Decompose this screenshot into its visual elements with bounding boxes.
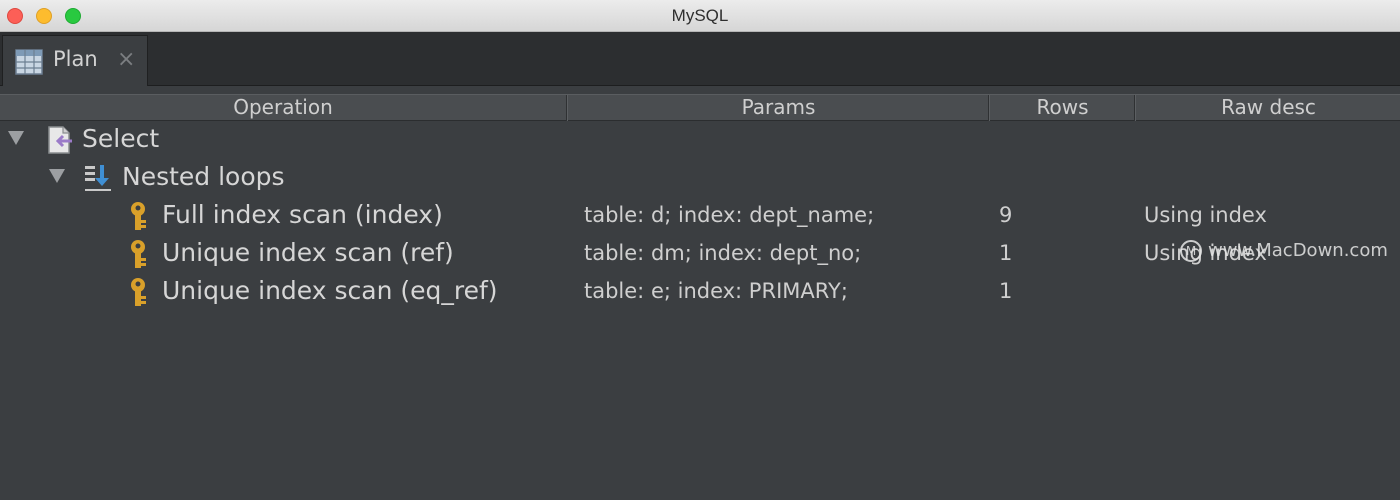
tab-strip: Plan × [0,32,1400,86]
key-icon [131,202,146,230]
column-header-rows[interactable]: Rows [991,95,1134,121]
column-header-raw-desc[interactable]: Raw desc [1137,95,1400,121]
app-window: MySQL Plan × Operation Params Rows Raw d… [0,0,1400,500]
title-bar: MySQL [0,0,1400,32]
expand-toggle-icon[interactable] [49,169,65,183]
tree-row-select[interactable]: Select [0,121,1400,159]
tab-label: Plan [53,47,98,71]
table-header: Operation Params Rows Raw desc [0,94,1400,121]
select-icon [48,126,72,154]
params-cell: table: d; index: dept_name; [584,203,875,227]
operation-cell: Unique index scan (eq_ref) [162,276,498,305]
key-icon [131,278,146,306]
tab-close-icon[interactable]: × [117,47,135,72]
operation-cell: Full index scan (index) [162,200,443,229]
table-icon [15,49,43,75]
tab-plan[interactable]: Plan × [2,35,148,86]
tree-label-select: Select [82,124,160,153]
operation-cell: Unique index scan (ref) [162,238,454,267]
table-row[interactable]: Full index scan (index) table: d; index:… [0,197,1400,235]
rows-cell: 1 [999,279,1013,303]
params-cell: table: dm; index: dept_no; [584,241,862,265]
column-divider[interactable] [1134,95,1136,121]
watermark-logo-icon: M [1180,240,1202,262]
column-divider[interactable] [988,95,990,121]
nested-loops-icon [85,165,111,191]
watermark: Mwww.MacDown.com [1180,238,1388,264]
watermark-text: www.MacDown.com [1208,240,1388,261]
params-cell: table: e; index: PRIMARY; [584,279,848,303]
expand-toggle-icon[interactable] [8,131,24,145]
rows-cell: 1 [999,241,1013,265]
table-row[interactable]: Unique index scan (eq_ref) table: e; ind… [0,273,1400,311]
column-divider[interactable] [566,95,568,121]
window-title: MySQL [671,6,729,25]
column-header-params[interactable]: Params [569,95,988,121]
raw-desc-cell: Using index [1144,203,1267,227]
column-header-operation[interactable]: Operation [0,95,566,121]
tree-label-nested-loops: Nested loops [122,162,285,191]
key-icon [131,240,146,268]
rows-cell: 9 [999,203,1013,227]
tree-row-nested-loops[interactable]: Nested loops [0,159,1400,197]
